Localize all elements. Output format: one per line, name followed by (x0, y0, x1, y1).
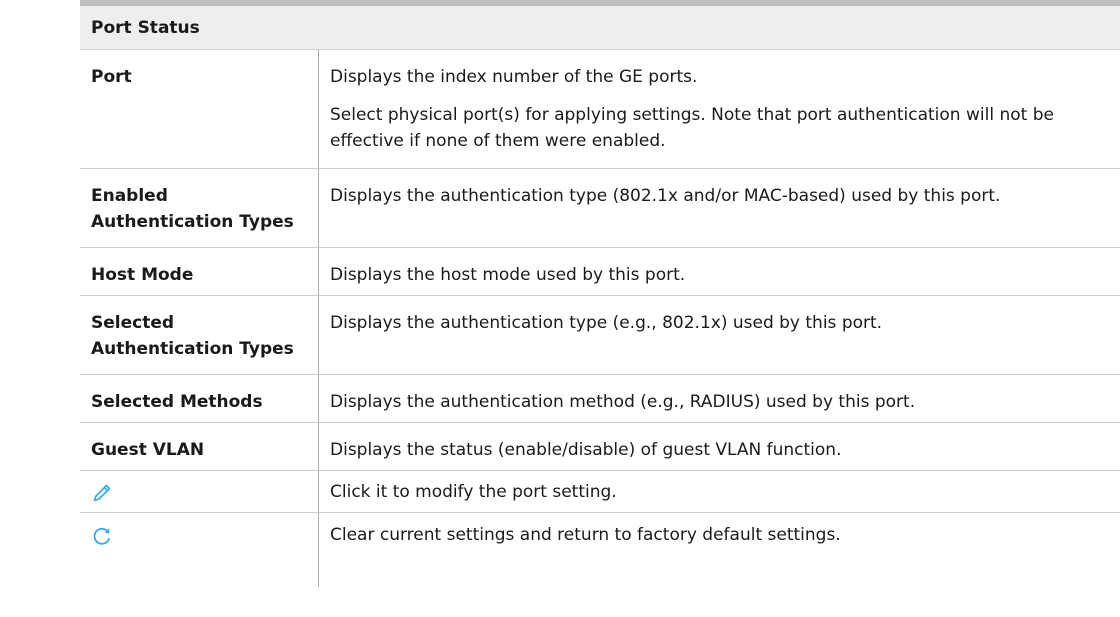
term-label: Host Mode (91, 265, 194, 285)
description-cell: Displays the host mode used by this port… (318, 248, 1120, 295)
section-title: Port Status (91, 17, 200, 38)
description-text: Click it to modify the port setting. (330, 482, 617, 502)
term-cell: Selected Methods (80, 375, 318, 422)
description-text: Displays the authentication type (802.1x… (330, 186, 1001, 206)
term-cell: Enabled Authentication Types (80, 169, 318, 247)
term-cell: Guest VLAN (80, 423, 318, 470)
term-cell: Selected Authentication Types (80, 296, 318, 374)
refresh-icon (91, 525, 113, 547)
term-cell: Host Mode (80, 248, 318, 295)
icon-cell (80, 513, 318, 587)
table-row-refresh: Clear current settings and return to fac… (80, 513, 1120, 587)
description-cell: Clear current settings and return to fac… (318, 513, 1120, 587)
description-cell: Displays the authentication type (802.1x… (318, 169, 1120, 247)
table-row-port: Port Displays the index number of the GE… (80, 50, 1120, 169)
section-header: Port Status (80, 6, 1120, 50)
table-row-edit: Click it to modify the port setting. (80, 471, 1120, 513)
table-row-selected-authentication-types: Selected Authentication Types Displays t… (80, 296, 1120, 375)
table-row-enabled-authentication-types: Enabled Authentication Types Displays th… (80, 169, 1120, 248)
description-cell: Click it to modify the port setting. (318, 471, 1120, 512)
description-cell: Displays the authentication method (e.g.… (318, 375, 1120, 422)
description-cell: Displays the status (enable/disable) of … (318, 423, 1120, 470)
table-row-selected-methods: Selected Methods Displays the authentica… (80, 375, 1120, 423)
description-text: Displays the index number of the GE port… (330, 67, 698, 87)
icon-cell (80, 471, 318, 512)
description-text: Displays the status (enable/disable) of … (330, 440, 842, 460)
term-label: Guest VLAN (91, 440, 205, 460)
table-row-guest-vlan: Guest VLAN Displays the status (enable/d… (80, 423, 1120, 471)
pencil-edit-icon (91, 482, 113, 504)
description-cell: Displays the authentication type (e.g., … (318, 296, 1120, 374)
description-text: Clear current settings and return to fac… (330, 525, 841, 545)
description-cell: Displays the index number of the GE port… (318, 50, 1120, 168)
term-cell: Port (80, 50, 318, 168)
description-text: Displays the authentication type (e.g., … (330, 313, 883, 333)
table-row-host-mode: Host Mode Displays the host mode used by… (80, 248, 1120, 296)
term-label: Selected Authentication Types (91, 313, 294, 359)
port-status-table: Port Status Port Displays the index numb… (80, 0, 1120, 587)
description-text: Displays the authentication method (e.g.… (330, 392, 916, 412)
term-label: Enabled Authentication Types (91, 186, 294, 232)
description-text: Displays the host mode used by this port… (330, 265, 686, 285)
term-label: Port (91, 67, 132, 87)
term-label: Selected Methods (91, 392, 263, 412)
description-text: Select physical port(s) for applying set… (330, 105, 1054, 151)
